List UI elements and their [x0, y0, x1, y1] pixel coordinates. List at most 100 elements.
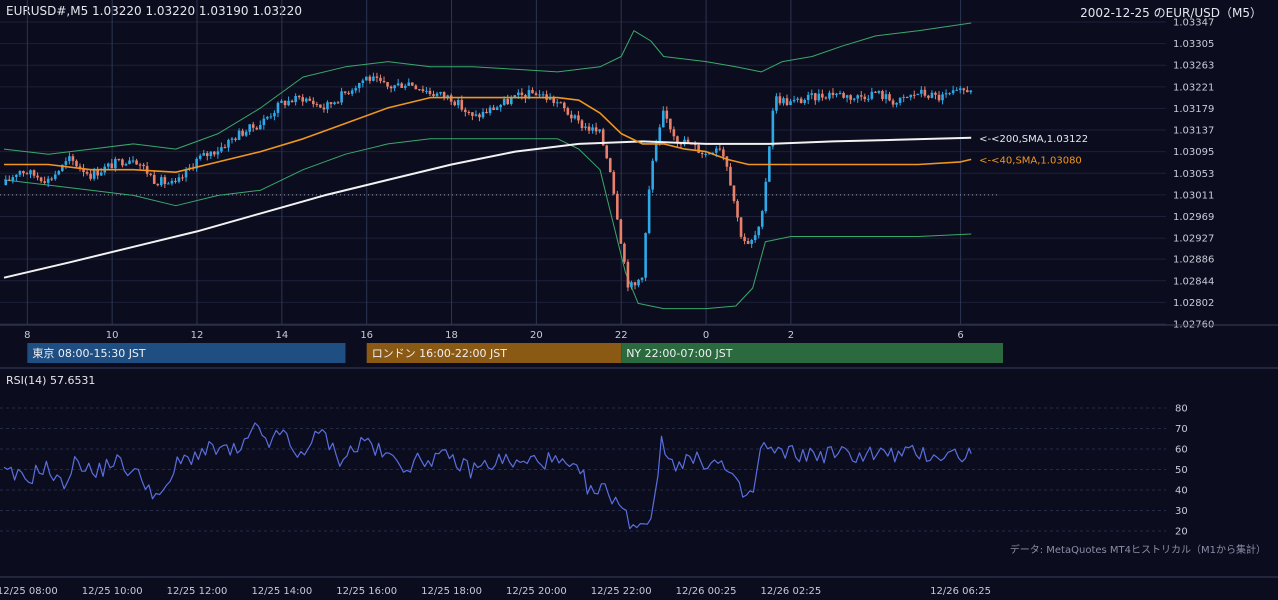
candle-body: [920, 89, 923, 94]
candle-body: [32, 170, 36, 176]
candle-body: [418, 89, 421, 91]
price-axis-label: 1.03305: [1173, 39, 1214, 50]
time-axis-label: 12/26 06:25: [930, 586, 991, 597]
candle-body: [421, 89, 425, 92]
candle-body: [294, 96, 297, 103]
candle-body: [580, 120, 584, 129]
candle-body: [43, 181, 46, 183]
candle-body: [881, 91, 884, 100]
candle-body: [796, 98, 799, 100]
candle-body: [884, 94, 888, 100]
candle-body: [181, 177, 184, 179]
candle-body: [888, 94, 891, 101]
price-axis-label: 1.03011: [1173, 190, 1214, 201]
candle-body: [785, 98, 789, 105]
candle-body: [15, 174, 18, 178]
candle-body: [403, 85, 407, 88]
time-axis-label: 12/25 20:00: [506, 586, 567, 597]
candle-body: [813, 93, 817, 101]
candle-body: [849, 95, 852, 100]
candle-body: [350, 90, 354, 94]
candle-body: [117, 158, 121, 160]
candle-body: [85, 172, 89, 174]
candle-body: [608, 158, 612, 173]
candle-body: [46, 178, 50, 183]
candle-body: [951, 90, 955, 94]
candle-body: [368, 76, 372, 81]
candle-body: [623, 243, 626, 262]
candle-body: [36, 175, 39, 178]
candle-body: [828, 92, 831, 99]
rsi-axis-label: 70: [1175, 424, 1188, 435]
candle-body: [312, 100, 315, 105]
candle-body: [941, 94, 944, 101]
candle-body: [824, 97, 828, 99]
candle-body: [343, 91, 347, 93]
candle-body: [319, 104, 322, 108]
price-axis-label: 1.02927: [1173, 234, 1214, 245]
hour-axis-label: 8: [24, 330, 30, 341]
candle-body: [152, 174, 156, 184]
candle-body: [499, 104, 502, 108]
candle-body: [25, 173, 29, 175]
time-axis-label: 12/26 02:25: [760, 586, 821, 597]
candle-body: [456, 99, 460, 106]
bollinger-upper-line: [3, 22, 972, 155]
candle-body: [138, 164, 142, 166]
price-axis-label: 1.03137: [1173, 126, 1214, 137]
candle-body: [283, 100, 287, 106]
candle-body: [50, 178, 54, 180]
rsi-axis-label: 60: [1175, 445, 1188, 456]
price-axis-label: 1.03263: [1173, 61, 1214, 72]
candle-body: [435, 93, 439, 97]
candle-body: [962, 88, 966, 91]
hour-axis-label: 10: [106, 330, 119, 341]
candle-body: [174, 180, 177, 182]
candle-body: [937, 94, 941, 101]
candle-body: [661, 110, 665, 128]
candle-body: [821, 93, 824, 98]
candle-body: [697, 145, 700, 153]
candle-body: [372, 76, 375, 81]
candle-body: [213, 151, 216, 155]
candle-body: [644, 232, 647, 278]
candle-body: [329, 102, 333, 105]
candle-body: [502, 98, 506, 105]
candle-body: [357, 82, 361, 89]
candle-body: [806, 94, 810, 100]
candle-body: [18, 170, 22, 175]
candle-body: [877, 91, 881, 93]
candle-body: [202, 153, 206, 156]
candle-body: [488, 107, 492, 114]
price-axis-label: 1.03053: [1173, 169, 1214, 180]
candle-body: [262, 118, 266, 126]
candle-body: [891, 100, 895, 105]
price-axis-label: 1.03221: [1173, 82, 1214, 93]
candle-body: [739, 217, 743, 237]
candle-body: [110, 163, 114, 169]
time-axis-label: 12/25 12:00: [167, 586, 228, 597]
candle-body: [64, 161, 68, 165]
candle-body: [128, 160, 131, 164]
candle-body: [842, 92, 845, 98]
candle-body: [566, 108, 570, 115]
candle-body: [541, 94, 545, 96]
candle-body: [237, 130, 241, 140]
candle-body: [577, 115, 580, 121]
candle-body: [414, 85, 418, 90]
hour-axis-label: 12: [191, 330, 204, 341]
candle-body: [386, 82, 389, 87]
candle-body: [605, 145, 609, 159]
candle-body: [619, 219, 623, 244]
candle-body: [449, 95, 453, 102]
candle-body: [485, 111, 488, 114]
candle-body: [297, 96, 301, 98]
candle-body: [124, 163, 128, 166]
candle-body: [955, 89, 958, 91]
candle-body: [75, 160, 78, 167]
candle-body: [948, 93, 951, 95]
candle-body: [732, 185, 736, 202]
candle-body: [170, 180, 174, 184]
time-axis-label: 12/26 00:25: [676, 586, 737, 597]
candle-body: [509, 97, 513, 105]
